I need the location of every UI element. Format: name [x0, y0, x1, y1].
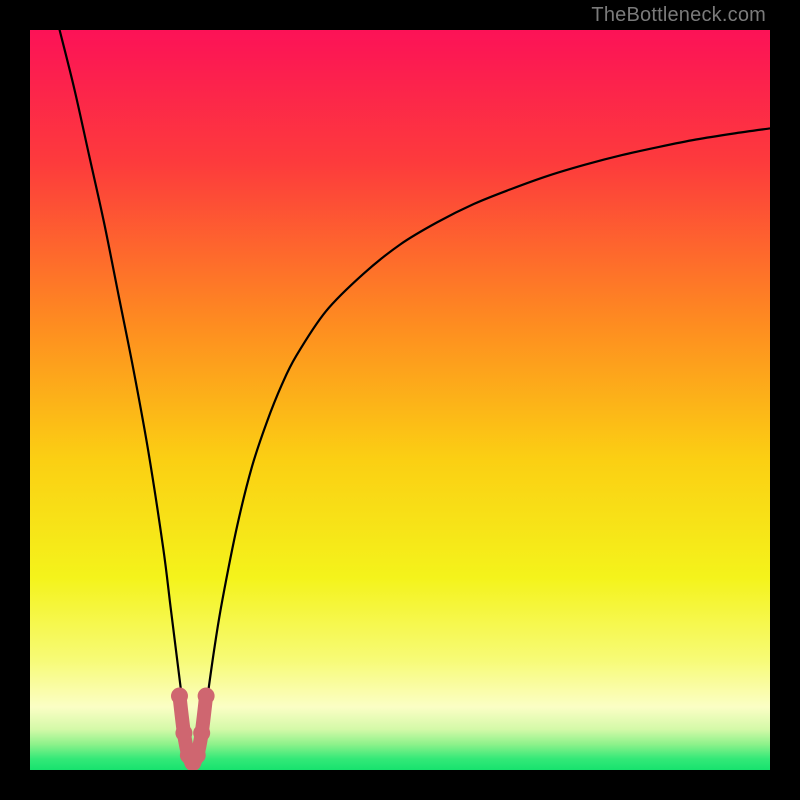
chart-background [30, 30, 770, 770]
frame-right [770, 0, 800, 800]
frame-bottom [0, 770, 800, 800]
frame-top [0, 0, 800, 30]
valley-dot [193, 725, 210, 742]
frame-left [0, 0, 30, 800]
bottleneck-chart [30, 30, 770, 770]
valley-dot [198, 688, 215, 705]
valley-dot [175, 725, 192, 742]
valley-dot [189, 747, 206, 764]
valley-dot [171, 688, 188, 705]
chart-plot-area [30, 30, 770, 770]
